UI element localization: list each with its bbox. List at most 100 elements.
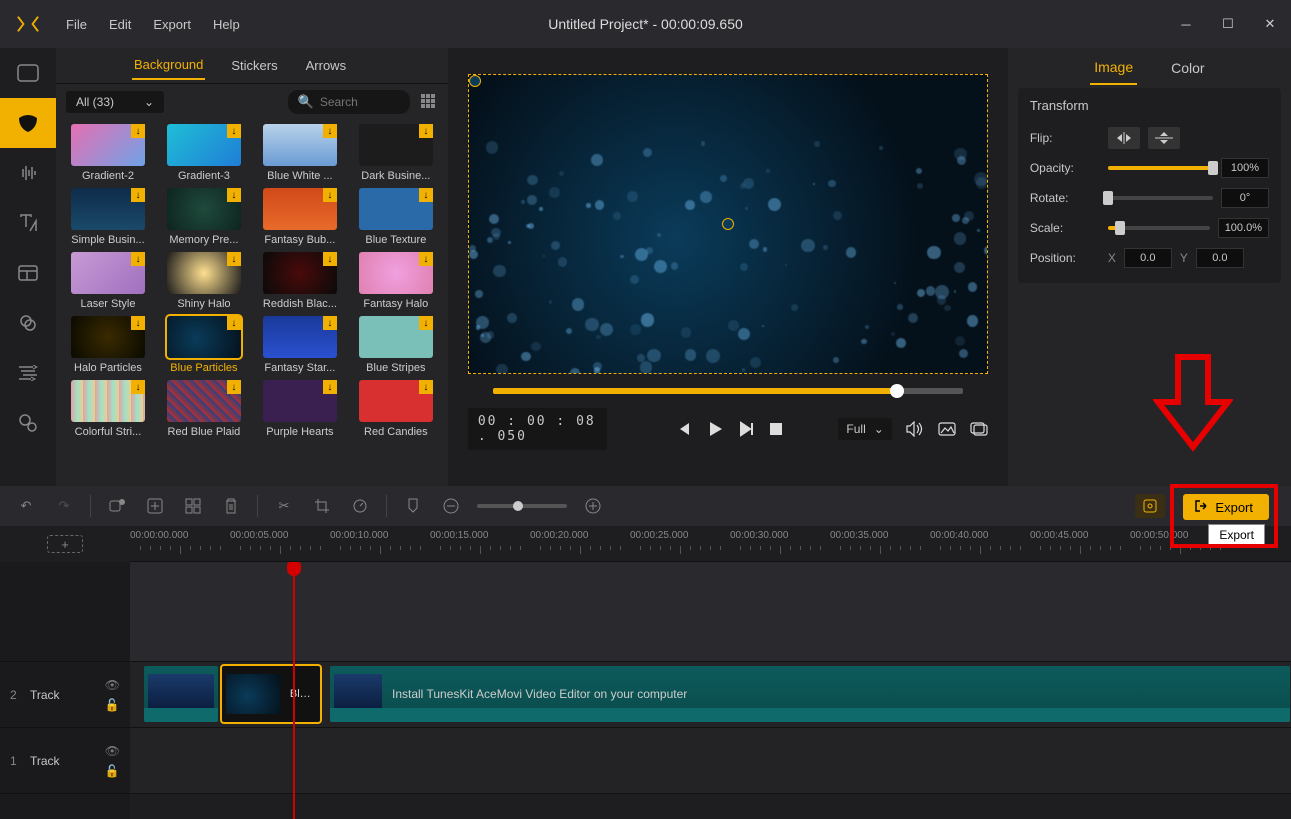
rail-templates-icon[interactable]: [0, 248, 56, 298]
thumbnail-item[interactable]: ↓Reddish Blac...: [256, 252, 344, 310]
rail-transitions-icon[interactable]: [0, 348, 56, 398]
grid-view-icon[interactable]: [420, 93, 438, 111]
props-tab-image[interactable]: Image: [1090, 51, 1137, 85]
lock-icon[interactable]: 🔓: [105, 764, 120, 778]
clip-video-2[interactable]: Install TunesKit AceMovi Video Editor on…: [330, 666, 1290, 722]
thumbnail-item[interactable]: ↓Laser Style: [64, 252, 152, 310]
thumbnail-item[interactable]: ↓Fantasy Halo: [352, 252, 440, 310]
props-tab-color[interactable]: Color: [1167, 52, 1208, 84]
track-lanes[interactable]: Blu... Install TunesKit AceMovi Video Ed…: [130, 562, 1291, 819]
stop-button[interactable]: [769, 422, 783, 436]
rail-media-icon[interactable]: [0, 48, 56, 98]
thumbnail-item[interactable]: ↓Blue Texture: [352, 188, 440, 246]
record-button[interactable]: [105, 494, 129, 518]
snapshot-icon[interactable]: [938, 422, 956, 436]
thumbnail-item[interactable]: ↓Gradient-2: [64, 124, 152, 182]
lock-icon[interactable]: 🔓: [105, 698, 120, 712]
fullscreen-icon[interactable]: [970, 422, 988, 436]
thumbnail-item[interactable]: ↓Halo Particles: [64, 316, 152, 374]
track-lane-2[interactable]: Blu... Install TunesKit AceMovi Video Ed…: [130, 662, 1291, 728]
search-input[interactable]: [320, 95, 400, 109]
track-lane-1[interactable]: [130, 728, 1291, 794]
menu-edit[interactable]: Edit: [99, 11, 141, 38]
thumbnail-item[interactable]: ↓Simple Busin...: [64, 188, 152, 246]
menu-file[interactable]: File: [56, 11, 97, 38]
search-box[interactable]: 🔍: [288, 90, 410, 114]
position-x-value[interactable]: 0.0: [1124, 248, 1172, 268]
next-frame-button[interactable]: [739, 421, 755, 437]
zoom-knob[interactable]: [513, 501, 523, 511]
rail-effects-icon[interactable]: [0, 398, 56, 448]
maximize-button[interactable]: ☐: [1207, 9, 1249, 39]
thumbnail-label: Shiny Halo: [177, 298, 230, 310]
preview-scrubber[interactable]: [493, 388, 963, 394]
thumbnail-item[interactable]: ↓Shiny Halo: [160, 252, 248, 310]
clip-blue-particles[interactable]: Blu...: [222, 666, 320, 722]
scrubber-knob[interactable]: [890, 384, 904, 398]
thumbnail-item[interactable]: ↓Colorful Stri...: [64, 380, 152, 438]
add-media-button[interactable]: [143, 494, 167, 518]
scale-slider[interactable]: [1108, 226, 1210, 230]
thumbnail-item[interactable]: ↓Purple Hearts: [256, 380, 344, 438]
menu-help[interactable]: Help: [203, 11, 250, 38]
thumbnail-item[interactable]: ↓Blue Stripes: [352, 316, 440, 374]
rotate-slider[interactable]: [1108, 196, 1213, 200]
rail-background-icon[interactable]: [0, 98, 56, 148]
opacity-slider[interactable]: [1108, 166, 1213, 170]
clip-video-1[interactable]: [144, 666, 218, 722]
rail-text-icon[interactable]: [0, 198, 56, 248]
flip-horizontal-button[interactable]: [1108, 127, 1140, 149]
thumbnail-item[interactable]: ↓Memory Pre...: [160, 188, 248, 246]
position-y-value[interactable]: 0.0: [1196, 248, 1244, 268]
visibility-icon[interactable]: 👁: [105, 744, 120, 758]
play-button[interactable]: [705, 419, 725, 439]
minimize-button[interactable]: ─: [1165, 9, 1207, 39]
filter-dropdown[interactable]: All (33) ⌄: [66, 91, 164, 113]
add-track-button[interactable]: +: [47, 535, 83, 553]
tab-stickers[interactable]: Stickers: [229, 52, 279, 79]
rotate-value[interactable]: 0°: [1221, 188, 1269, 208]
thumbnail-item[interactable]: ↓Fantasy Bub...: [256, 188, 344, 246]
thumbnail-item[interactable]: ↓Fantasy Star...: [256, 316, 344, 374]
thumbnail-item[interactable]: ↓Red Candies: [352, 380, 440, 438]
rail-filters-icon[interactable]: [0, 298, 56, 348]
visibility-icon[interactable]: 👁: [105, 678, 120, 692]
zoom-out-button[interactable]: [439, 494, 463, 518]
tab-background[interactable]: Background: [132, 51, 205, 80]
undo-button[interactable]: ↶: [14, 494, 38, 518]
redo-button[interactable]: ↷: [52, 494, 76, 518]
zoom-slider[interactable]: [477, 504, 567, 508]
time-ruler[interactable]: 00:00:00.00000:00:05.00000:00:10.00000:0…: [130, 526, 1291, 562]
prev-frame-button[interactable]: [675, 421, 691, 437]
titlebar: File Edit Export Help Untitled Project* …: [0, 0, 1291, 48]
preview-mode-select[interactable]: Full⌄: [838, 418, 891, 440]
close-button[interactable]: ✕: [1249, 9, 1291, 39]
tab-arrows[interactable]: Arrows: [304, 52, 348, 79]
thumbnail-item[interactable]: ↓Blue Particles: [160, 316, 248, 374]
marker-button[interactable]: [401, 494, 425, 518]
delete-button[interactable]: [219, 494, 243, 518]
download-icon: ↓: [227, 316, 241, 330]
split-button[interactable]: ✂: [272, 494, 296, 518]
thumbnail-item[interactable]: ↓Blue White ...: [256, 124, 344, 182]
rail-audio-icon[interactable]: [0, 148, 56, 198]
timeline-settings-button[interactable]: [1135, 494, 1165, 518]
export-button[interactable]: Export: [1183, 494, 1269, 520]
crop-button[interactable]: [310, 494, 334, 518]
scale-value[interactable]: 100.0%: [1218, 218, 1269, 238]
speed-button[interactable]: [348, 494, 372, 518]
empty-lane[interactable]: [130, 562, 1291, 662]
preview-canvas[interactable]: [468, 74, 988, 374]
thumbnail-item[interactable]: ↓Red Blue Plaid: [160, 380, 248, 438]
thumbnail-item[interactable]: ↓Gradient-3: [160, 124, 248, 182]
zoom-in-button[interactable]: [581, 494, 605, 518]
track-head-2[interactable]: 2 Track 👁🔓: [0, 662, 130, 728]
playhead[interactable]: [293, 562, 295, 819]
volume-icon[interactable]: [906, 421, 924, 437]
thumbnail-item[interactable]: ↓Dark Busine...: [352, 124, 440, 182]
flip-vertical-button[interactable]: [1148, 127, 1180, 149]
track-head-1[interactable]: 1 Track 👁🔓: [0, 728, 130, 794]
opacity-value[interactable]: 100%: [1221, 158, 1269, 178]
menu-export[interactable]: Export: [143, 11, 201, 38]
mosaic-button[interactable]: [181, 494, 205, 518]
